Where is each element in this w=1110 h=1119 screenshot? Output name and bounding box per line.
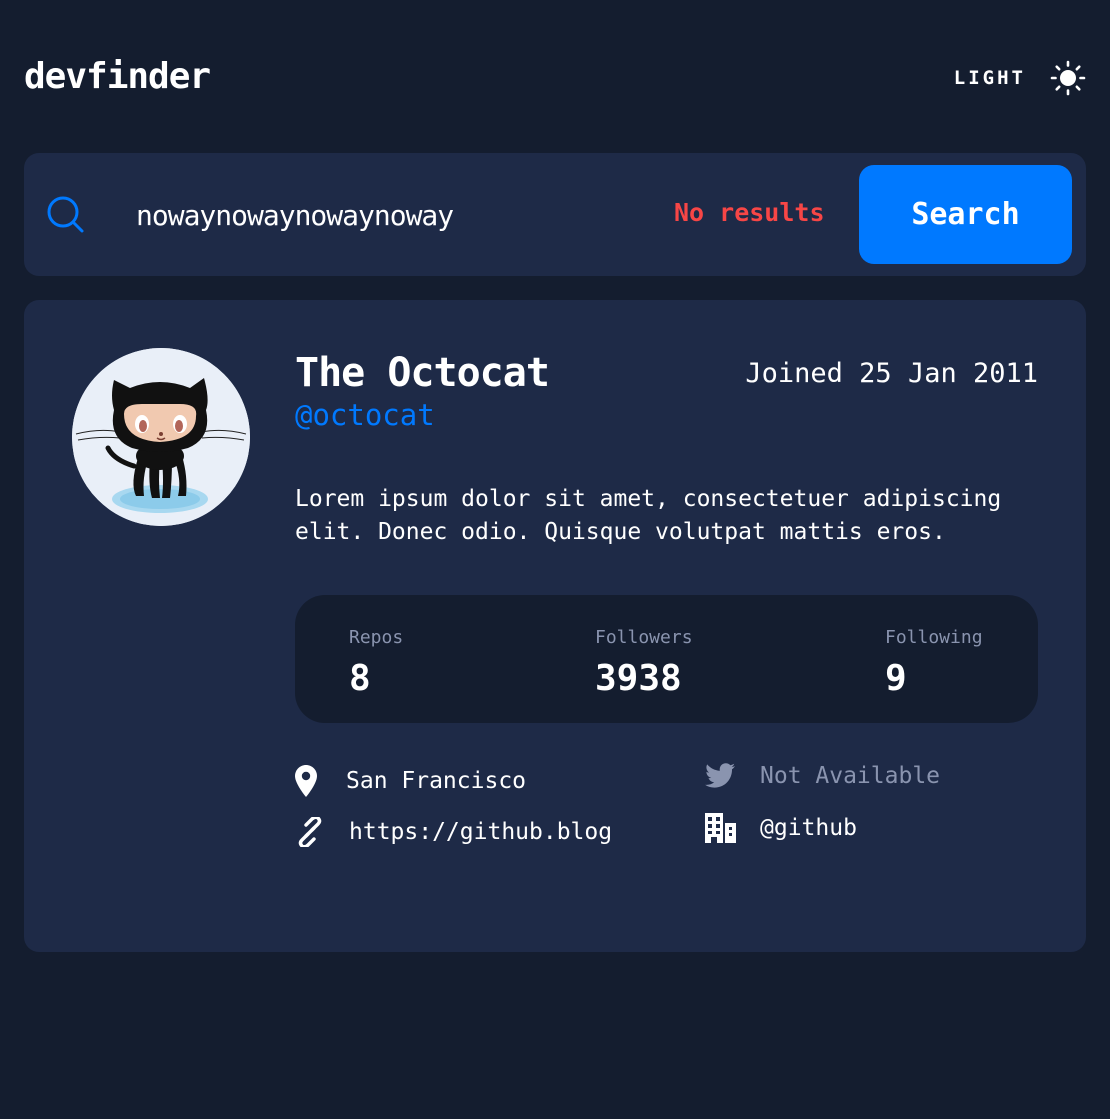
twitter-icon	[705, 763, 735, 788]
blog-item[interactable]: https://github.blog	[295, 817, 612, 847]
stat-following: Following 9	[885, 627, 983, 699]
twitter-item: Not Available	[705, 763, 940, 789]
stat-repos: Repos 8	[349, 627, 403, 699]
stat-repos-label: Repos	[349, 627, 404, 648]
profile-links: San Francisco https://github.blog Not Av…	[295, 763, 1038, 865]
octocat-avatar	[72, 348, 250, 526]
company-building-icon	[705, 813, 736, 843]
theme-toggle-button[interactable]: LIGHT	[954, 58, 1086, 98]
profile-card: The Octocat Joined 25 Jan 2011 @octocat …	[24, 300, 1086, 952]
joined-date: Joined 25 Jan 2011	[745, 358, 1038, 389]
search-button[interactable]: Search	[859, 165, 1072, 264]
profile-bio: Lorem ipsum dolor sit amet, consectetuer…	[295, 486, 1002, 545]
search-icon	[47, 196, 84, 233]
stat-following-value: 9	[885, 658, 907, 699]
stats-panel: Repos 8 Followers 3938 Following 9	[295, 595, 1038, 723]
blog-link[interactable]: https://github.blog	[349, 819, 612, 845]
stat-following-label: Following	[885, 627, 983, 648]
avatar	[72, 348, 250, 526]
search-bar: No results Search	[24, 153, 1086, 276]
company-text[interactable]: @github	[760, 815, 857, 841]
link-icon	[298, 817, 322, 847]
no-results-message: No results	[674, 198, 825, 227]
stat-followers-label: Followers	[595, 627, 693, 648]
app-logo: devfinder	[24, 56, 211, 97]
stat-followers-value: 3938	[595, 658, 682, 699]
stat-followers: Followers 3938	[595, 627, 693, 699]
company-item: @github	[705, 813, 857, 843]
sun-icon[interactable]	[1050, 60, 1086, 96]
location-pin-icon	[295, 765, 317, 797]
location-text: San Francisco	[346, 768, 527, 794]
theme-toggle-label[interactable]: LIGHT	[954, 67, 1026, 89]
stat-repos-value: 8	[349, 658, 371, 699]
profile-name: The Octocat	[295, 350, 550, 396]
search-input[interactable]	[136, 191, 556, 239]
profile-login-link[interactable]: @octocat	[295, 398, 435, 432]
twitter-text: Not Available	[760, 763, 941, 789]
page: devfinder LIGHT nowaynowaynowaynoway No …	[0, 0, 1110, 1119]
header: devfinder LIGHT	[24, 52, 1086, 104]
location-item: San Francisco	[295, 765, 526, 797]
